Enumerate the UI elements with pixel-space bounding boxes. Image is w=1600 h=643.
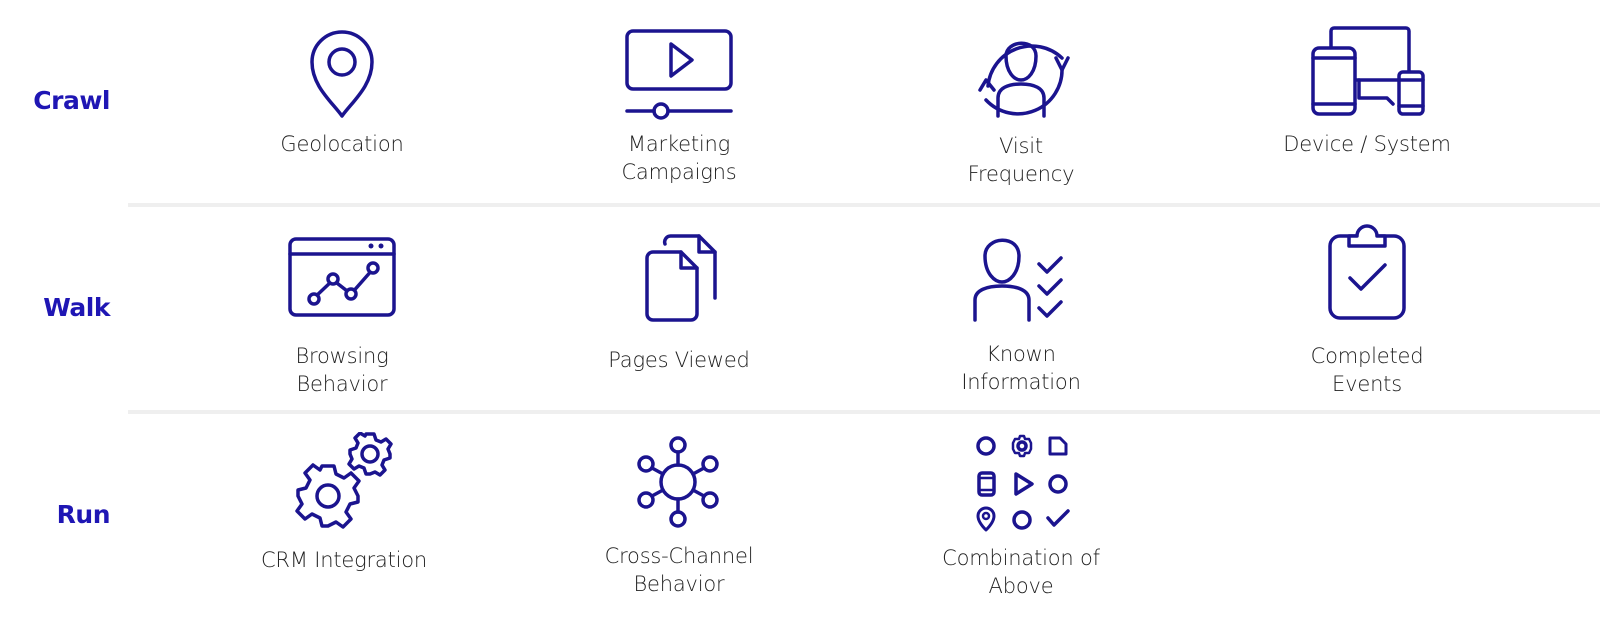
item-pages-viewed: Pages Viewed [549, 232, 809, 374]
item-visit-frequency: Visit Frequency [891, 28, 1151, 188]
item-known-information: Known Information [891, 234, 1151, 396]
item-geolocation: Geolocation [212, 28, 472, 158]
row-divider [128, 410, 1600, 414]
item-caption: Device / System [1283, 132, 1451, 156]
item-device-system: Device / System [1237, 26, 1497, 158]
item-crm-integration: CRM Integration [214, 432, 474, 574]
item-completed-events: Completed Events [1237, 222, 1497, 398]
clipboard-check-icon [1328, 224, 1406, 320]
item-caption: Marketing Campaigns [621, 132, 737, 184]
gears-icon [295, 432, 393, 529]
item-cross-channel-behavior: Cross-Channel Behavior [549, 434, 809, 598]
row-divider [128, 203, 1600, 207]
item-caption: Pages Viewed [608, 348, 750, 372]
item-caption: Geolocation [280, 132, 404, 156]
item-caption: Completed Events [1310, 344, 1424, 396]
row-label-walk: Walk [43, 293, 110, 322]
row-label-crawl: Crawl [33, 86, 110, 115]
browser-chart-icon [288, 237, 396, 317]
item-caption: Browsing Behavior [295, 344, 389, 396]
item-caption: Combination of Above [942, 546, 1100, 598]
item-caption: Known Information [961, 342, 1081, 394]
documents-icon [645, 234, 717, 322]
map-pin-icon [310, 30, 374, 118]
video-player-icon [625, 29, 733, 120]
item-combination-of-above: Combination of Above [891, 432, 1151, 600]
icon-grid-icon [976, 434, 1070, 532]
network-hub-icon [637, 436, 719, 528]
item-caption: Cross-Channel Behavior [604, 544, 754, 596]
item-browsing-behavior: Browsing Behavior [212, 236, 472, 398]
row-label-run: Run [56, 500, 111, 529]
user-checklist-icon [973, 238, 1063, 322]
item-marketing-campaigns: Marketing Campaigns [549, 28, 809, 186]
item-caption: CRM Integration [260, 548, 428, 572]
devices-icon [1311, 26, 1425, 116]
item-caption: Visit Frequency [967, 134, 1075, 186]
user-cycle-icon [978, 41, 1070, 118]
